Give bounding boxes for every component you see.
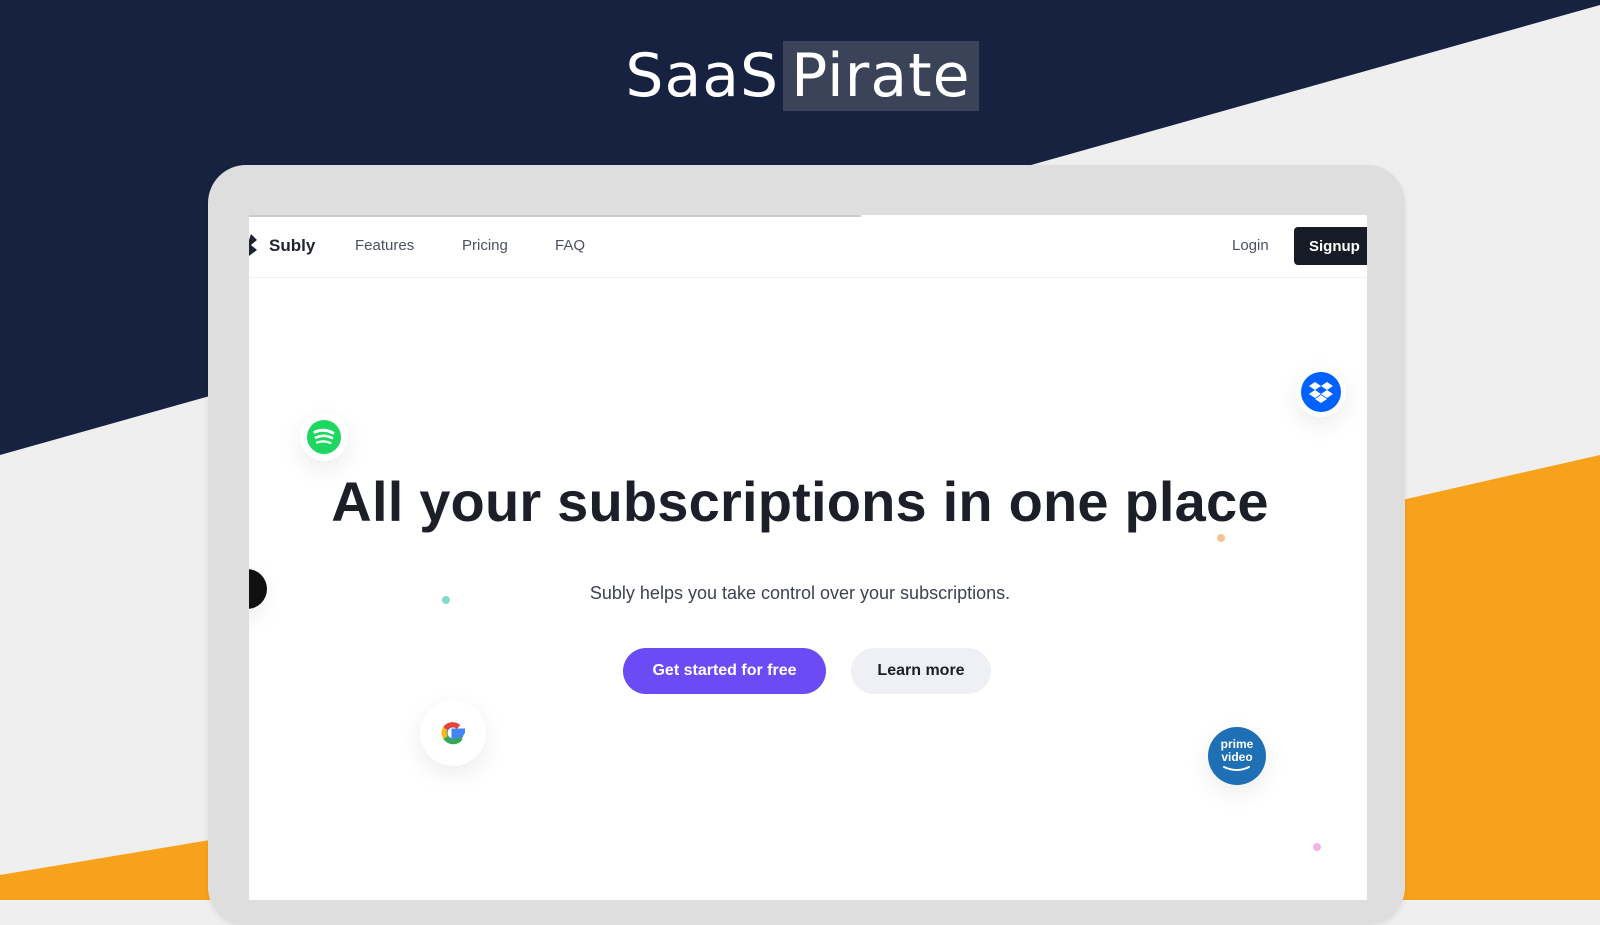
hero-headline: All your subscriptions in one place (331, 470, 1269, 533)
brand-pirate: Pirate (783, 41, 979, 111)
nav-link-faq[interactable]: FAQ (555, 237, 585, 254)
browser-screen: Subly Features Pricing FAQ Login Signup (249, 215, 1367, 900)
learn-more-button[interactable]: Learn more (851, 648, 991, 694)
saas-pirate-brand: SaaS Pirate (0, 40, 1600, 112)
nav-link-features[interactable]: Features (355, 237, 414, 254)
brand-saas: SaaS (625, 41, 780, 111)
navbar: Subly Features Pricing FAQ Login Signup (249, 215, 1367, 278)
dropbox-badge (1296, 367, 1346, 417)
google-icon (441, 722, 465, 745)
nav-link-pricing[interactable]: Pricing (462, 237, 508, 254)
decor-dot-pink (1313, 843, 1321, 851)
google-badge (420, 700, 486, 766)
get-started-button[interactable]: Get started for free (623, 648, 826, 694)
decor-dot-orange (1217, 534, 1225, 542)
prime-video-badge: prime video (1208, 727, 1266, 785)
spotify-icon (307, 420, 341, 454)
hero-subtitle: Subly helps you take control over your s… (589, 583, 1011, 603)
prime-smile-icon (1223, 766, 1250, 771)
signup-button[interactable]: Signup (1294, 227, 1367, 265)
login-link[interactable]: Login (1232, 237, 1269, 254)
logo-text[interactable]: Subly (269, 236, 315, 256)
spotify-badge (300, 413, 348, 461)
decor-dot-teal (442, 596, 450, 604)
subly-logo-icon (249, 234, 257, 256)
dropbox-icon (1301, 372, 1341, 412)
